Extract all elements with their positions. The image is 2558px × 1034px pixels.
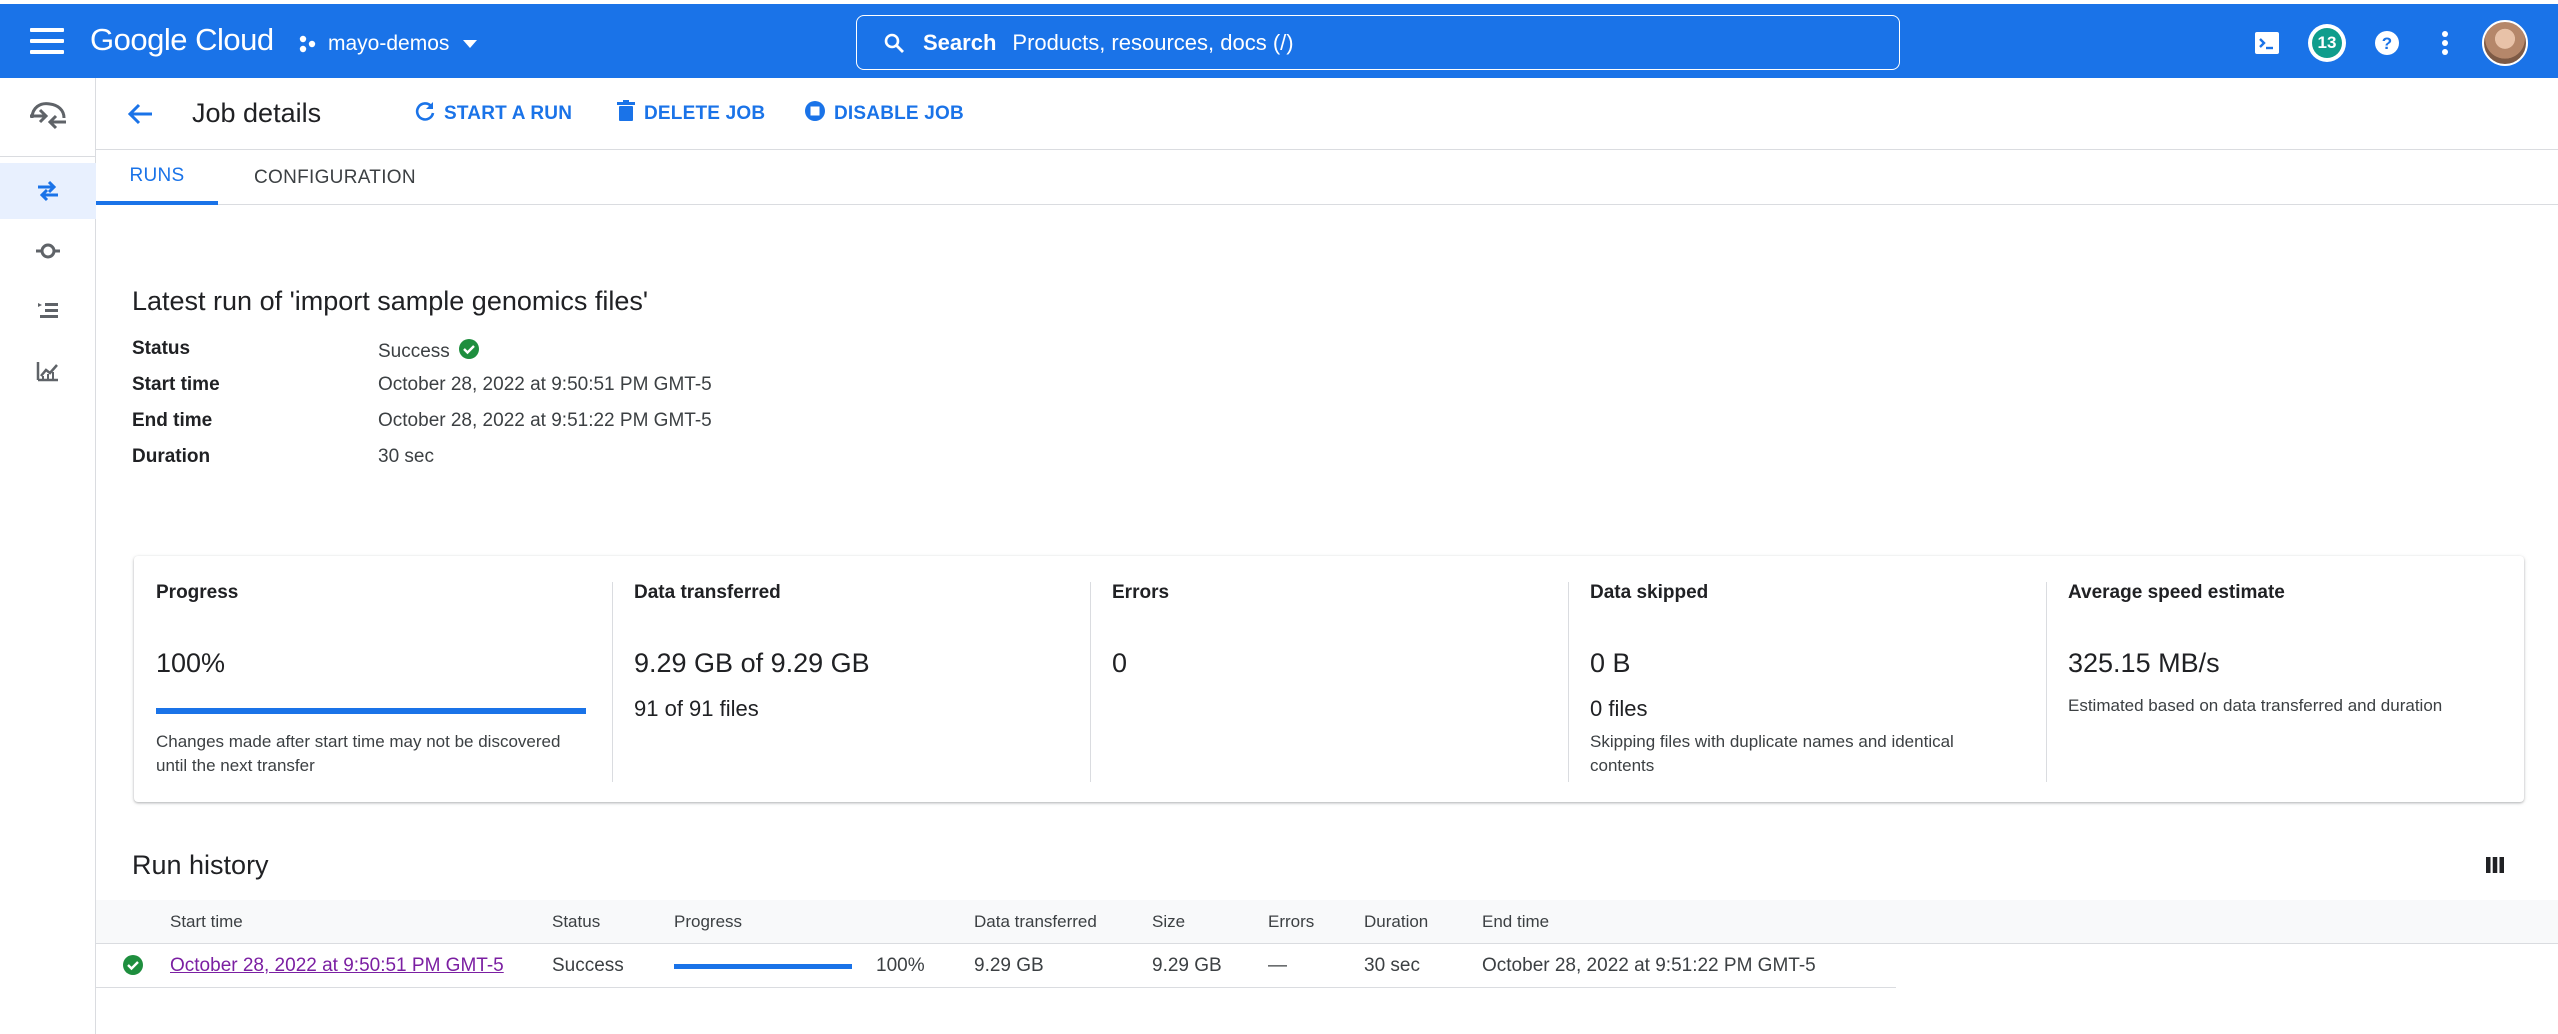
search-input[interactable]	[1012, 29, 1899, 56]
start-time-value: October 28, 2022 at 9:50:51 PM GMT-5	[378, 374, 712, 395]
run-size: 9.29 GB	[1152, 955, 1222, 976]
run-end-time: October 28, 2022 at 9:51:22 PM GMT-5	[1482, 955, 1816, 976]
delete-job-label: DELETE JOB	[644, 103, 766, 124]
files-transferred: 91 of 91 files	[634, 696, 759, 721]
speed-label: Average speed estimate	[2068, 582, 2285, 603]
cloud-shell-icon[interactable]	[2250, 26, 2284, 60]
check-circle-icon	[122, 954, 144, 982]
tab-bar: RUNS CONFIGURATION	[96, 150, 2558, 205]
start-run-button[interactable]: START A RUN	[414, 98, 572, 130]
table-row: October 28, 2022 at 9:50:51 PM GMT-5 Suc…	[96, 944, 1896, 988]
help-icon[interactable]: ?	[2370, 26, 2404, 60]
disable-job-button[interactable]: DISABLE JOB	[804, 98, 964, 130]
delete-job-button[interactable]: DELETE JOB	[616, 98, 765, 130]
column-display-icon[interactable]	[2480, 850, 2510, 880]
google-cloud-logo[interactable]: Google Cloud	[90, 22, 274, 58]
data-transferred-label: Data transferred	[634, 582, 781, 603]
duration-label: Duration	[132, 446, 211, 467]
chevron-down-icon	[459, 33, 481, 55]
notifications-badge[interactable]: 13	[2308, 24, 2346, 62]
column-header[interactable]: Errors	[1268, 912, 1314, 932]
run-progress-bar	[674, 964, 852, 969]
left-nav-rail	[0, 78, 96, 1034]
column-header[interactable]: Size	[1152, 912, 1185, 932]
status-label: Status	[132, 338, 191, 359]
progress-value: 100%	[156, 648, 226, 678]
start-time-label: Start time	[132, 374, 220, 395]
refresh-icon	[414, 100, 436, 128]
column-header[interactable]: Data transferred	[974, 912, 1097, 932]
monitoring-icon[interactable]	[0, 343, 96, 399]
tab-configuration[interactable]: CONFIGURATION	[254, 150, 416, 205]
stop-circle-icon	[804, 100, 826, 128]
speed-note: Estimated based on data transferred and …	[2068, 696, 2443, 715]
duration-value: 30 sec	[378, 446, 434, 467]
tab-runs[interactable]: RUNS	[96, 150, 218, 205]
run-progress: 100%	[876, 955, 925, 976]
speed-value: 325.15 MB/s	[2068, 648, 2220, 678]
table-header: Start time Status Progress Data transfer…	[96, 900, 2558, 944]
progress-bar	[156, 708, 586, 714]
delete-icon	[616, 100, 636, 128]
run-errors: —	[1268, 955, 1287, 976]
status-value: Success	[378, 338, 480, 366]
end-time-label: End time	[132, 410, 213, 431]
page-header: Job details START A RUN DELETE JOB DISAB…	[96, 78, 2558, 150]
more-vert-icon[interactable]	[2428, 26, 2462, 60]
files-skipped: 0 files	[1590, 696, 1648, 721]
progress-bar-fill	[156, 708, 586, 714]
menu-icon[interactable]	[30, 28, 64, 56]
run-status: Success	[552, 955, 624, 976]
disable-job-label: DISABLE JOB	[834, 103, 964, 124]
data-skipped-stat: Data skipped 0 B 0 files Skipping files …	[1568, 556, 2046, 802]
avatar[interactable]	[2482, 20, 2528, 66]
data-skipped-label: Data skipped	[1590, 582, 1709, 603]
data-skipped-note: Skipping files with duplicate names and …	[1590, 732, 1954, 775]
search-icon	[883, 32, 905, 54]
latest-run-title: Latest run of 'import sample genomics fi…	[132, 286, 649, 316]
data-skipped-value: 0 B	[1590, 648, 1631, 678]
notifications-count: 13	[2312, 28, 2342, 58]
transfer-jobs-icon[interactable]	[0, 163, 96, 219]
errors-value: 0	[1112, 648, 1128, 678]
run-history-title: Run history	[132, 850, 269, 880]
check-circle-icon	[458, 338, 480, 366]
progress-note: Changes made after start time may not be…	[156, 732, 561, 775]
data-transferred-stat: Data transferred 9.29 GB of 9.29 GB 91 o…	[612, 556, 1090, 802]
stats-card: Progress 100% Changes made after start t…	[134, 556, 2524, 802]
errors-label: Errors	[1112, 582, 1170, 603]
end-time-value: October 28, 2022 at 9:51:22 PM GMT-5	[378, 410, 712, 431]
run-progress-bar-fill	[674, 964, 852, 969]
search-bar[interactable]: Search	[856, 15, 1900, 70]
column-header[interactable]: Duration	[1364, 912, 1428, 932]
page-title: Job details	[192, 98, 322, 128]
start-run-label: START A RUN	[444, 103, 573, 124]
rail-divider	[0, 156, 96, 157]
search-label: Search	[923, 29, 997, 55]
agent-pools-icon[interactable]	[0, 223, 96, 279]
svg-text:?: ?	[2382, 34, 2392, 53]
arrow-back-icon[interactable]	[120, 94, 160, 134]
progress-stat: Progress 100% Changes made after start t…	[134, 556, 612, 802]
errors-stat: Errors 0	[1090, 556, 1568, 802]
progress-label: Progress	[156, 582, 239, 603]
column-header[interactable]: Start time	[170, 912, 243, 932]
transfer-logo-icon[interactable]	[0, 86, 96, 142]
status-text: Success	[378, 341, 450, 362]
project-name: mayo-demos	[328, 32, 450, 55]
data-transferred-value: 9.29 GB of 9.29 GB	[634, 648, 870, 678]
run-data-transferred: 9.29 GB	[974, 955, 1044, 976]
project-icon	[298, 34, 318, 54]
top-app-bar: Google Cloud mayo-demos Search 13 ?	[0, 0, 2558, 78]
project-selector[interactable]: mayo-demos	[298, 24, 481, 64]
column-header[interactable]: Status	[552, 912, 600, 932]
run-duration: 30 sec	[1364, 955, 1420, 976]
column-header[interactable]: Progress	[674, 912, 742, 932]
list-icon[interactable]	[0, 283, 96, 339]
run-start-time-link[interactable]: October 28, 2022 at 9:50:51 PM GMT-5	[170, 955, 504, 977]
column-header[interactable]: End time	[1482, 912, 1549, 932]
speed-stat: Average speed estimate 325.15 MB/s Estim…	[2046, 556, 2524, 802]
